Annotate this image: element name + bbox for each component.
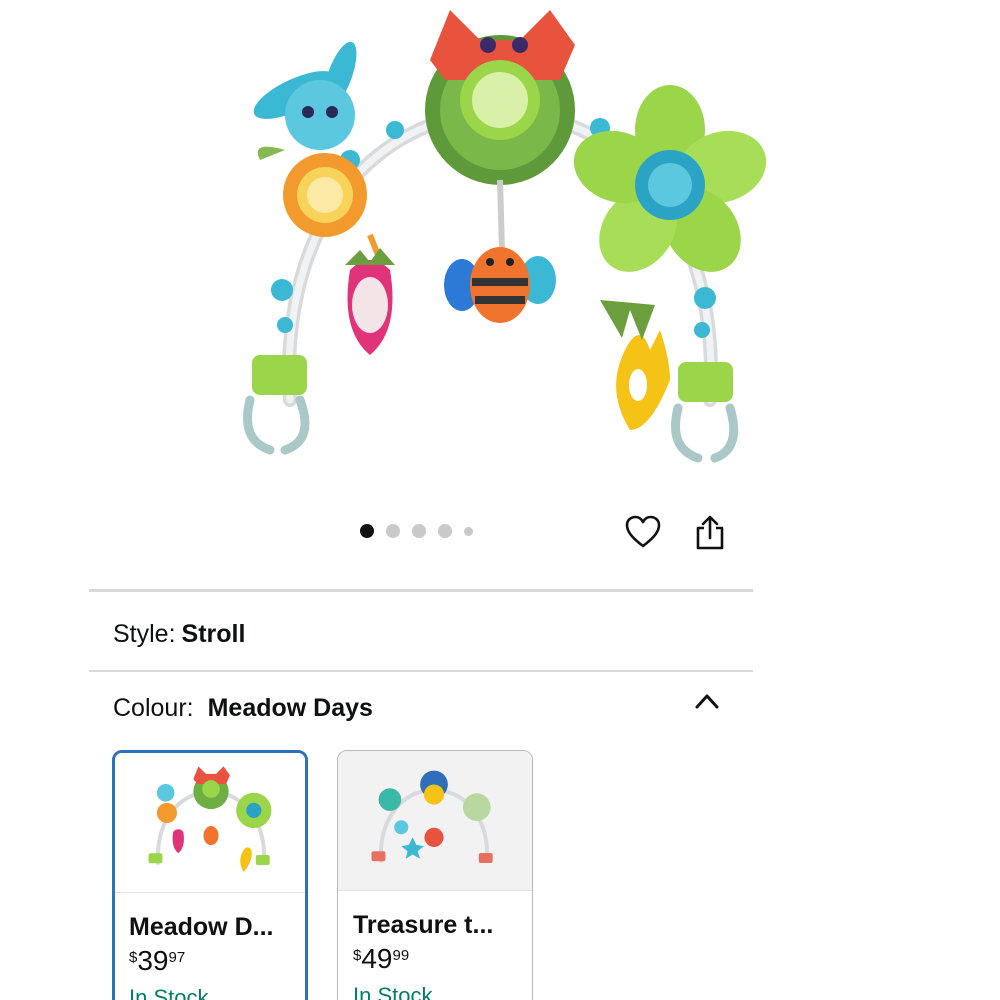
- divider: [89, 589, 753, 592]
- divider: [89, 670, 753, 672]
- swatch-name: Treasure t...: [353, 911, 494, 939]
- colour-option-treasure[interactable]: Treasure t... $4999 In Stock: [337, 750, 533, 1000]
- swatch-thumbnail: [338, 751, 532, 891]
- wishlist-button[interactable]: [623, 512, 663, 552]
- carousel-indicator[interactable]: [360, 524, 473, 538]
- heart-icon: [625, 515, 661, 548]
- carousel-dot-1[interactable]: [360, 524, 374, 538]
- style-selector[interactable]: Style: Stroll: [113, 620, 245, 649]
- colour-value: Meadow Days: [207, 694, 373, 722]
- share-button[interactable]: [690, 512, 730, 552]
- swatch-price: $4999: [353, 943, 410, 974]
- swatch-price: $3997: [129, 945, 186, 976]
- swatch-stock-status: In Stock: [353, 983, 433, 1000]
- share-icon: [696, 515, 724, 550]
- colour-collapse-button[interactable]: [692, 688, 722, 714]
- product-image[interactable]: [230, 0, 770, 470]
- carousel-dot-2[interactable]: [386, 524, 400, 538]
- style-value: Stroll: [181, 620, 246, 648]
- style-label: Style:: [113, 620, 176, 648]
- colour-selector: Colour: Meadow Days: [113, 694, 373, 723]
- colour-option-meadow-days[interactable]: Meadow D... $3997 In Stock: [112, 750, 308, 1000]
- carousel-dot-3[interactable]: [412, 524, 426, 538]
- chevron-up-icon: [695, 694, 719, 709]
- swatch-name: Meadow D...: [129, 913, 274, 941]
- swatch-stock-status: In Stock: [129, 985, 209, 1000]
- colour-label: Colour:: [113, 694, 194, 722]
- swatch-thumbnail: [115, 753, 305, 893]
- carousel-dot-4[interactable]: [438, 524, 452, 538]
- carousel-dot-5[interactable]: [464, 526, 473, 536]
